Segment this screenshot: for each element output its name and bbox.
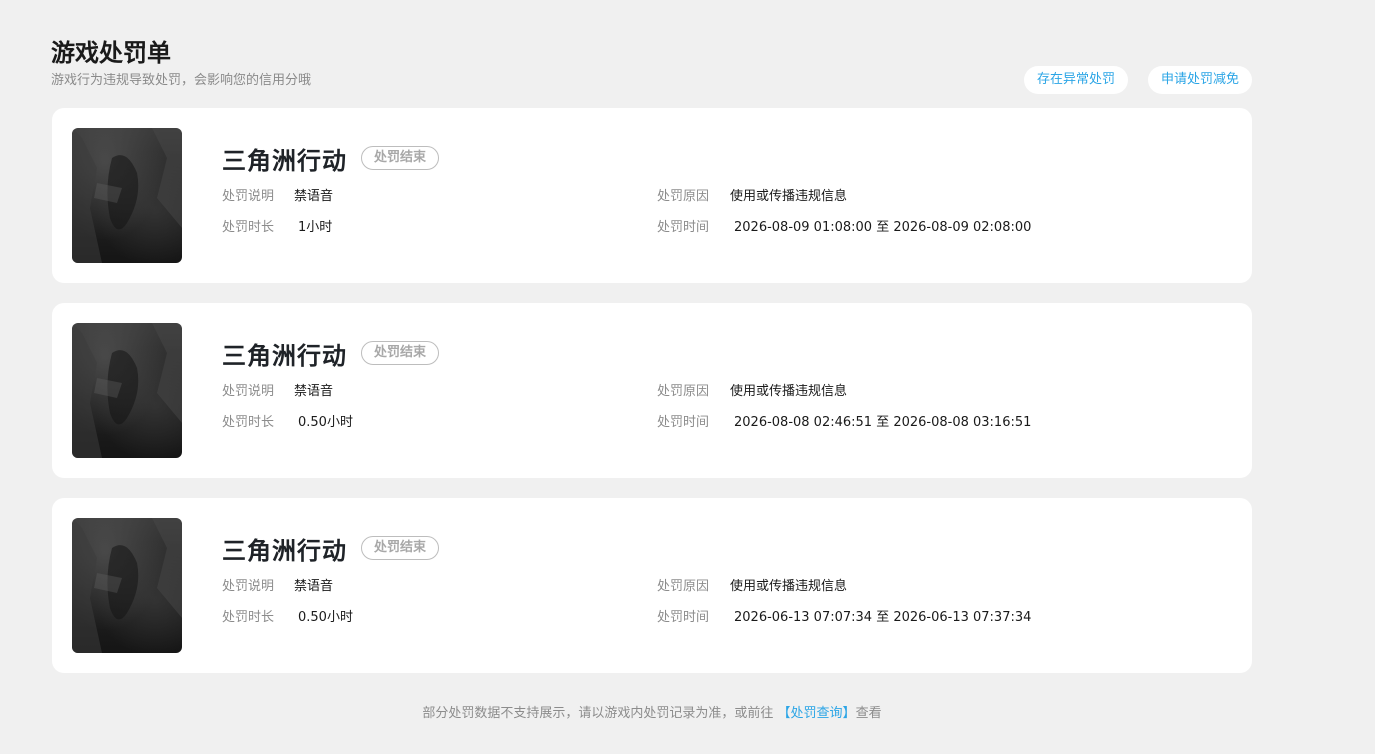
game-cover-image <box>72 518 182 653</box>
page: 游戏处罚单 游戏行为违规导致处罚，会影响您的信用分哦 存在异常处罚 申请处罚减免… <box>0 0 1375 754</box>
time-field: 处罚时间 2026-08-09 01:08:00 至 2026-08-09 02… <box>657 219 1031 237</box>
reason-value: 使用或传播违规信息 <box>730 579 848 594</box>
description-field: 处罚说明 禁语音 <box>222 578 333 596</box>
title-row: 三角洲行动 处罚结束 <box>222 142 1232 175</box>
status-badge: 处罚结束 <box>361 341 440 365</box>
title-row: 三角洲行动 处罚结束 <box>222 337 1232 370</box>
description-field: 处罚说明 禁语音 <box>222 383 333 401</box>
reason-value: 使用或传播违规信息 <box>730 189 848 204</box>
description-value: 禁语音 <box>294 579 334 594</box>
description-field: 处罚说明 禁语音 <box>222 188 333 206</box>
time-value: 2026-08-09 01:08:00 至 2026-08-09 02:08:0… <box>734 220 1032 235</box>
detail-row: 处罚时长 0.50小时 处罚时间 2026-06-13 07:07:34 至 2… <box>222 609 1232 640</box>
duration-field: 处罚时长 0.50小时 <box>222 609 353 627</box>
reason-field: 处罚原因 使用或传播违规信息 <box>657 578 847 596</box>
detail-row: 处罚说明 禁语音 处罚原因 使用或传播违规信息 <box>222 188 1232 219</box>
description-label: 处罚说明 <box>222 189 275 204</box>
duration-value: 1小时 <box>298 220 333 235</box>
footer-text: 部分处罚数据不支持展示，请以游戏内处罚记录为准，或前往 <box>422 706 778 721</box>
penalty-info: 三角洲行动 处罚结束 处罚说明 禁语音 处罚原因 使用或传播违规信息 处罚时长 … <box>222 142 1232 235</box>
penalty-card[interactable]: 三角洲行动 处罚结束 处罚说明 禁语音 处罚原因 使用或传播违规信息 处罚时长 … <box>52 303 1252 478</box>
status-badge: 处罚结束 <box>361 536 440 560</box>
duration-value: 0.50小时 <box>298 610 353 625</box>
penalty-card[interactable]: 三角洲行动 处罚结束 处罚说明 禁语音 处罚原因 使用或传播违规信息 处罚时长 … <box>52 108 1252 283</box>
penalty-info: 三角洲行动 处罚结束 处罚说明 禁语音 处罚原因 使用或传播违规信息 处罚时长 … <box>222 337 1232 430</box>
duration-label: 处罚时长 <box>222 415 275 430</box>
duration-field: 处罚时长 1小时 <box>222 219 332 237</box>
duration-field: 处罚时长 0.50小时 <box>222 414 353 432</box>
game-name: 三角洲行动 <box>222 146 347 175</box>
duration-label: 处罚时长 <box>222 220 275 235</box>
game-name: 三角洲行动 <box>222 536 347 565</box>
description-value: 禁语音 <box>294 384 334 399</box>
footer-note: 部分处罚数据不支持展示，请以游戏内处罚记录为准，或前往 【处罚查询】查看 <box>0 704 1304 724</box>
time-label: 处罚时间 <box>657 610 710 625</box>
header-actions: 存在异常处罚 申请处罚减免 <box>1023 66 1252 94</box>
reason-value: 使用或传播违规信息 <box>730 384 848 399</box>
penalty-details: 处罚说明 禁语音 处罚原因 使用或传播违规信息 处罚时长 0.50小时 处罚时间… <box>222 383 1232 445</box>
description-label: 处罚说明 <box>222 384 275 399</box>
detail-row: 处罚说明 禁语音 处罚原因 使用或传播违规信息 <box>222 578 1232 609</box>
penalty-info: 三角洲行动 处罚结束 处罚说明 禁语音 处罚原因 使用或传播违规信息 处罚时长 … <box>222 532 1232 625</box>
reason-label: 处罚原因 <box>657 384 710 399</box>
time-field: 处罚时间 2026-08-08 02:46:51 至 2026-08-08 03… <box>657 414 1031 432</box>
game-cover-art <box>72 518 182 653</box>
game-cover-image <box>72 323 182 458</box>
time-label: 处罚时间 <box>657 415 710 430</box>
time-value: 2026-08-08 02:46:51 至 2026-08-08 03:16:5… <box>734 415 1032 430</box>
penalty-list: 三角洲行动 处罚结束 处罚说明 禁语音 处罚原因 使用或传播违规信息 处罚时长 … <box>52 108 1252 693</box>
penalty-query-link[interactable]: 【处罚查询】 <box>778 706 856 721</box>
game-cover-image <box>72 128 182 263</box>
penalty-details: 处罚说明 禁语音 处罚原因 使用或传播违规信息 处罚时长 1小时 处罚时间 20… <box>222 188 1232 250</box>
penalty-card[interactable]: 三角洲行动 处罚结束 处罚说明 禁语音 处罚原因 使用或传播违规信息 处罚时长 … <box>52 498 1252 673</box>
description-value: 禁语音 <box>294 189 334 204</box>
report-abnormal-penalty-button[interactable]: 存在异常处罚 <box>1023 66 1128 94</box>
game-name: 三角洲行动 <box>222 341 347 370</box>
time-field: 处罚时间 2026-06-13 07:07:34 至 2026-06-13 07… <box>657 609 1031 627</box>
reason-field: 处罚原因 使用或传播违规信息 <box>657 188 847 206</box>
apply-penalty-reduction-button[interactable]: 申请处罚减免 <box>1147 66 1252 94</box>
reason-label: 处罚原因 <box>657 579 710 594</box>
reason-field: 处罚原因 使用或传播违规信息 <box>657 383 847 401</box>
title-row: 三角洲行动 处罚结束 <box>222 532 1232 565</box>
time-value: 2026-06-13 07:07:34 至 2026-06-13 07:37:3… <box>734 610 1032 625</box>
page-title: 游戏处罚单 <box>51 39 171 67</box>
penalty-details: 处罚说明 禁语音 处罚原因 使用或传播违规信息 处罚时长 0.50小时 处罚时间… <box>222 578 1232 640</box>
duration-label: 处罚时长 <box>222 610 275 625</box>
reason-label: 处罚原因 <box>657 189 710 204</box>
detail-row: 处罚时长 1小时 处罚时间 2026-08-09 01:08:00 至 2026… <box>222 219 1232 250</box>
game-cover-art <box>72 323 182 458</box>
detail-row: 处罚说明 禁语音 处罚原因 使用或传播违规信息 <box>222 383 1232 414</box>
detail-row: 处罚时长 0.50小时 处罚时间 2026-08-08 02:46:51 至 2… <box>222 414 1232 445</box>
page-header: 游戏处罚单 游戏行为违规导致处罚，会影响您的信用分哦 存在异常处罚 申请处罚减免 <box>51 38 1252 98</box>
description-label: 处罚说明 <box>222 579 275 594</box>
status-badge: 处罚结束 <box>361 146 440 170</box>
game-cover-art <box>72 128 182 263</box>
time-label: 处罚时间 <box>657 220 710 235</box>
footer-text-end: 查看 <box>855 706 882 721</box>
duration-value: 0.50小时 <box>298 415 353 430</box>
